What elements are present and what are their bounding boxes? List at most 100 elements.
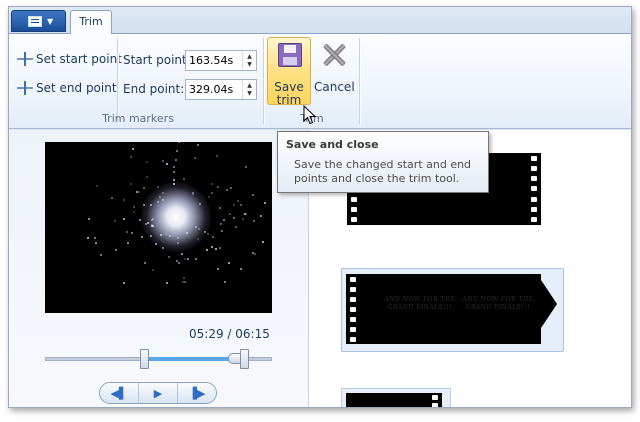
firework-spark (196, 143, 199, 146)
start-point-stepper[interactable]: ▲▼ (185, 50, 257, 71)
firework-spark (261, 240, 264, 243)
trim-end-handle[interactable] (240, 349, 250, 369)
firework-spark (242, 218, 245, 221)
firework-spark (168, 234, 171, 237)
firework-spark (158, 195, 161, 198)
firework-spark (182, 177, 185, 180)
firework-spark (133, 205, 136, 208)
firework-spark (222, 218, 225, 221)
firework-spark (130, 155, 133, 158)
floppy-disk-icon (278, 43, 302, 67)
firework-spark (212, 236, 215, 239)
firework-spark (217, 185, 220, 188)
firework-spark (195, 257, 198, 260)
film-sprockets (431, 393, 439, 407)
firework-spark (123, 218, 126, 221)
cancel-label: Cancel (314, 80, 355, 94)
storyboard-clip[interactable] (341, 388, 451, 407)
previous-frame-icon: ◀▌ (110, 386, 128, 400)
firework-spark (206, 248, 209, 251)
application-menu-button[interactable]: ▼ (11, 10, 66, 32)
end-point-spin-arrows[interactable]: ▲ ▼ (242, 80, 256, 99)
previous-frame-button[interactable]: ◀▌ (100, 383, 139, 403)
firework-spark (214, 248, 217, 251)
start-point-spin-arrows[interactable]: ▲ ▼ (242, 51, 256, 70)
tooltip-title: Save and close (286, 138, 379, 151)
firework-spark (172, 183, 175, 186)
firework-spark (206, 232, 209, 235)
firework-spark (95, 242, 98, 245)
spin-down-icon[interactable]: ▼ (247, 61, 252, 69)
ribbon-group-separator (263, 38, 264, 124)
spin-up-icon[interactable]: ▲ (247, 82, 252, 90)
next-frame-button[interactable]: ▐▶ (178, 383, 216, 403)
end-point-stepper[interactable]: ▲▼ (185, 79, 257, 100)
trim-start-handle[interactable] (139, 349, 149, 369)
firework-spark (251, 194, 254, 197)
movie-maker-window: ▼ Trim Set start point Set end point Sta… (8, 6, 632, 408)
save-trim-label: Save trim (268, 81, 310, 107)
storyboard-clip-selected[interactable]: AND NOW FOR THE GRAND FINALE!!! AND NOW … (341, 268, 564, 352)
firework-spark (161, 160, 164, 163)
firework-spark (197, 227, 200, 230)
firework-spark (176, 150, 179, 153)
firework-spark (178, 262, 180, 265)
firework-spark (88, 217, 91, 220)
firework-spark (237, 199, 240, 202)
firework-spark (100, 253, 103, 256)
firework-spark (184, 258, 187, 261)
close-icon (322, 43, 346, 67)
set-end-point-icon (17, 81, 33, 95)
tooltip-body-line2: points and close the trim tool. (294, 172, 460, 185)
end-point-label: End point: (123, 82, 185, 96)
set-start-point-icon (17, 52, 33, 66)
ribbon-tab-strip: ▼ Trim (9, 7, 631, 35)
firework-spark (197, 237, 200, 240)
firework-spark (133, 210, 136, 213)
spin-down-icon[interactable]: ▼ (247, 90, 252, 98)
firework-spark (131, 148, 134, 151)
firework-spark (211, 246, 214, 249)
firework-spark (156, 186, 159, 189)
firework-spark (140, 235, 143, 238)
firework-spark (229, 212, 232, 215)
firework-spark (173, 170, 176, 173)
firework-spark (186, 258, 189, 261)
firework-spark (168, 255, 171, 258)
firework-spark (130, 183, 133, 186)
firework-spark (194, 226, 197, 229)
firework-spark (239, 203, 242, 206)
set-end-point-button[interactable]: Set end point (17, 79, 117, 97)
play-button[interactable]: ▶ (139, 383, 178, 403)
firework-spark (114, 220, 117, 223)
spin-up-icon[interactable]: ▲ (247, 53, 252, 61)
application-menu-icon (28, 16, 42, 27)
firework-spark (218, 206, 221, 209)
cancel-button[interactable]: Cancel (314, 37, 355, 105)
video-preview[interactable] (45, 142, 272, 313)
clip-caption: AND NOW FOR THE GRAND FINALE!!! (384, 296, 456, 312)
firework-spark (221, 229, 224, 232)
trim-slider[interactable] (45, 349, 272, 369)
clip-caption-line2: GRAND FINALE!!! (387, 304, 453, 311)
firework-spark (174, 159, 177, 162)
firework-spark (176, 241, 179, 244)
save-trim-button[interactable]: Save trim (267, 37, 311, 107)
start-point-label: Start point: (123, 53, 191, 67)
firework-spark (138, 190, 141, 193)
firework-spark (198, 203, 201, 206)
firework-spark (203, 230, 206, 233)
firework-spark (145, 160, 148, 163)
time-readout: 05:29 / 06:15 (189, 327, 270, 341)
set-start-point-button[interactable]: Set start point (17, 50, 122, 68)
firework-spark (232, 204, 235, 207)
clip-caption: AND NOW FOR THE GRAND FINALE!!! (462, 296, 534, 312)
start-point-input[interactable] (186, 51, 242, 70)
end-point-input[interactable] (186, 80, 242, 99)
tooltip-body-line1: Save the changed start and end (294, 158, 472, 171)
firework-spark (245, 166, 248, 169)
clip-caption-line1: AND NOW FOR THE (384, 296, 456, 303)
tab-trim[interactable]: Trim (70, 10, 112, 35)
clip-continuation-arrow (541, 280, 557, 328)
film-sprockets (530, 153, 538, 225)
